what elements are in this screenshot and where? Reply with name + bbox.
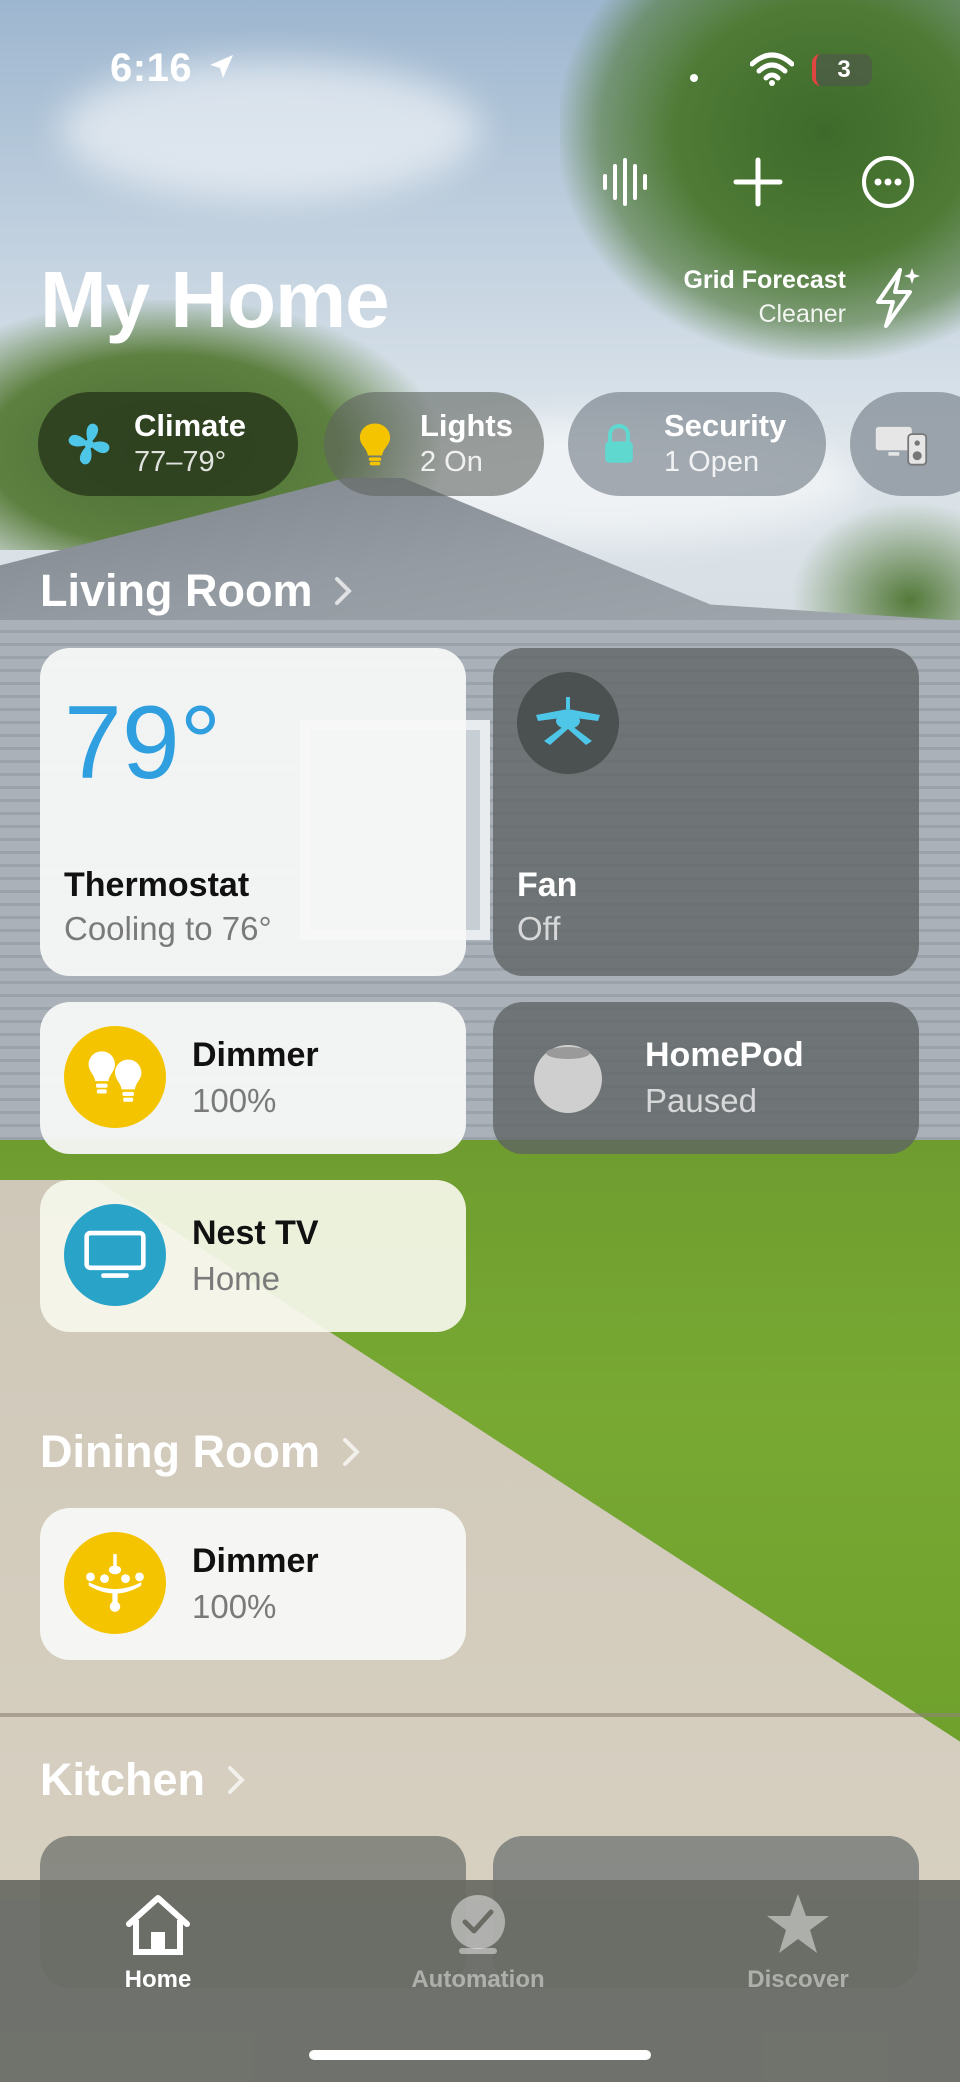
category-label: Climate: [134, 408, 246, 443]
ceiling-fan-icon[interactable]: [517, 672, 619, 774]
fan-icon: [62, 417, 116, 471]
tile-name: Nest TV: [192, 1214, 319, 1252]
tab-automation[interactable]: Automation: [378, 1892, 578, 1994]
status-time: 6:16: [110, 46, 193, 90]
star-icon: [767, 1894, 829, 1953]
tab-discover[interactable]: Discover: [698, 1892, 898, 1994]
tab-label: Automation: [411, 1966, 545, 1993]
section-title: Kitchen: [40, 1754, 206, 1805]
house-icon: [126, 1895, 190, 1955]
tile-name: HomePod: [645, 1036, 804, 1074]
category-speakers-tvs[interactable]: [850, 392, 960, 496]
tab-label: Discover: [747, 1966, 849, 1993]
tile-state: Cooling to 76°: [64, 910, 272, 947]
chandelier-icon[interactable]: [64, 1532, 166, 1634]
add-button[interactable]: [728, 152, 788, 212]
chevron-right-icon: [335, 577, 353, 605]
category-detail: 2 On: [420, 446, 483, 478]
wifi-icon: [750, 52, 794, 86]
speakers-tv-icon: [874, 417, 928, 471]
category-label: Security: [664, 408, 787, 443]
voice-waveform-icon[interactable]: [595, 152, 655, 212]
tile-state: Home: [192, 1260, 281, 1297]
home-indicator[interactable]: [309, 2050, 651, 2060]
grid-forecast-bolt-icon[interactable]: [866, 264, 922, 332]
lock-icon: [592, 417, 646, 471]
location-arrow-icon: [210, 55, 233, 78]
tile-name: Thermostat: [64, 866, 250, 904]
homepod-tile[interactable]: HomePod Paused: [493, 1002, 919, 1154]
section-title: Dining Room: [40, 1426, 320, 1477]
fan-tile[interactable]: Fan Off: [493, 648, 919, 976]
tile-state: 100%: [192, 1588, 277, 1625]
thermostat-tile[interactable]: 79° Thermostat Cooling to 76°: [40, 648, 466, 976]
chevron-right-icon: [342, 1438, 360, 1466]
category-detail: 77–79°: [134, 446, 227, 478]
section-living-room[interactable]: Living Room: [40, 565, 353, 617]
tile-name: Dimmer: [192, 1542, 319, 1580]
category-climate[interactable]: Climate 77–79°: [38, 392, 298, 496]
section-kitchen[interactable]: Kitchen: [40, 1754, 245, 1806]
more-options-button[interactable]: [858, 152, 918, 212]
tile-name: Fan: [517, 866, 578, 904]
clock-check-icon: [451, 1895, 505, 1954]
dual-bulb-icon[interactable]: [64, 1026, 166, 1128]
grid-forecast-status[interactable]: Cleaner: [758, 300, 846, 329]
grid-forecast-title[interactable]: Grid Forecast: [683, 266, 846, 295]
section-title: Living Room: [40, 565, 313, 616]
lightbulb-icon: [348, 417, 402, 471]
dimmer-tile[interactable]: Dimmer 100%: [40, 1002, 466, 1154]
chevron-right-icon: [228, 1766, 245, 1794]
tv-icon[interactable]: [64, 1204, 166, 1306]
tile-state: 100%: [192, 1082, 277, 1119]
thermostat-temperature: 79°: [64, 685, 222, 801]
tile-name: Dimmer: [192, 1036, 319, 1074]
category-security[interactable]: Security 1 Open: [568, 392, 826, 496]
page-title: My Home: [40, 255, 390, 344]
tab-home[interactable]: Home: [58, 1892, 258, 1994]
dimmer-tile[interactable]: Dimmer 100%: [40, 1508, 466, 1660]
category-label: Lights: [420, 408, 513, 443]
tile-state: Off: [517, 910, 561, 947]
category-detail: 1 Open: [664, 446, 760, 478]
battery-indicator: 3: [812, 54, 872, 86]
tile-state: Paused: [645, 1082, 757, 1119]
tab-label: Home: [124, 1966, 192, 1993]
status-dot: [690, 74, 698, 82]
section-dining-room[interactable]: Dining Room: [40, 1426, 360, 1478]
nest-tv-tile[interactable]: Nest TV Home: [40, 1180, 466, 1332]
category-lights[interactable]: Lights 2 On: [324, 392, 544, 496]
homepod-mini-icon[interactable]: [517, 1026, 619, 1128]
